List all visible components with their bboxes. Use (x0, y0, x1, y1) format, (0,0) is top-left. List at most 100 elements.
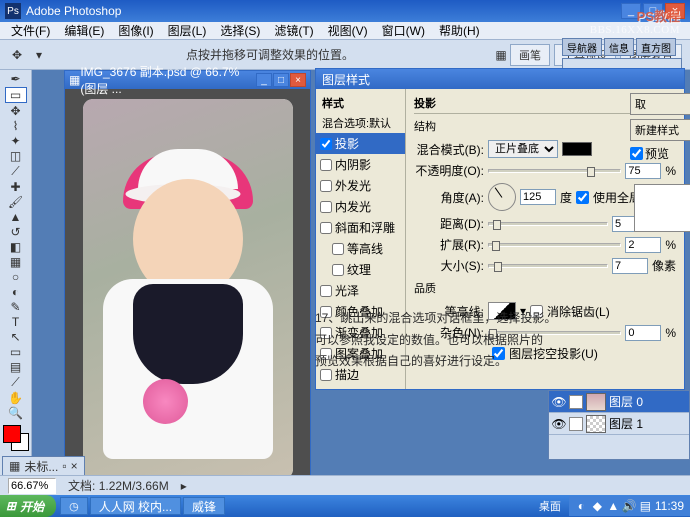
menu-select[interactable]: 选择(S) (214, 21, 266, 40)
zoom-tool[interactable]: 🔍 (5, 406, 27, 420)
tab-restore-icon[interactable]: ▫ (62, 459, 66, 473)
slice-tool[interactable]: ⟋ (5, 164, 27, 179)
shape-tool[interactable]: ▭ (5, 345, 27, 359)
style-contour[interactable]: 等高线 (316, 238, 405, 259)
path-select-tool[interactable]: ↖ (5, 330, 27, 344)
pen-tool[interactable]: ✎ (5, 300, 27, 314)
crop-tool[interactable]: ◫ (5, 149, 27, 163)
taskbar-item[interactable]: 威锋 (183, 497, 225, 515)
dodge-tool[interactable]: ◐ (5, 285, 27, 299)
notes-tool[interactable]: ▤ (5, 360, 27, 374)
status-menu-icon[interactable]: ▸ (181, 479, 187, 493)
spread-input[interactable] (625, 237, 661, 253)
minimized-doc-tab[interactable]: ▦ 未标... ▫ × (2, 456, 85, 477)
doc-minimize[interactable]: _ (256, 73, 272, 87)
clock[interactable]: 11:39 (655, 499, 684, 513)
zoom-input[interactable] (8, 478, 56, 494)
satin-checkbox[interactable] (320, 285, 332, 297)
blur-tool[interactable]: ○ (5, 270, 27, 284)
histogram-tab[interactable]: 直方图 (636, 38, 676, 56)
tab-close-icon[interactable]: × (71, 459, 78, 473)
foreground-color[interactable] (3, 425, 21, 443)
eyedropper-tool[interactable]: ⟋ (5, 375, 27, 390)
doc-close[interactable]: × (290, 73, 306, 87)
inner-shadow-checkbox[interactable] (320, 159, 332, 171)
gradient-tool[interactable]: ▦ (5, 255, 27, 269)
shadow-color-chip[interactable] (562, 142, 592, 156)
blend-mode-select[interactable]: 正片叠底 (488, 140, 558, 158)
size-input[interactable] (612, 258, 648, 274)
volume-icon[interactable]: 🔊 (623, 500, 636, 513)
visibility-icon[interactable]: 👁 (552, 417, 566, 431)
menu-edit[interactable]: 编辑(E) (58, 21, 110, 40)
new-style-button[interactable]: 新建样式 (630, 119, 690, 141)
styles-heading[interactable]: 样式 (316, 93, 405, 113)
type-tool[interactable]: T (5, 315, 27, 329)
menu-view[interactable]: 视图(V) (322, 21, 374, 40)
outer-glow-checkbox[interactable] (320, 180, 332, 192)
distance-slider[interactable] (488, 222, 608, 226)
brush-tool[interactable]: 🖌 (5, 195, 27, 209)
contour-checkbox[interactable] (332, 243, 344, 255)
palette-toggle-icon[interactable]: ▦ (492, 46, 510, 64)
menu-filter[interactable]: 滤镜(T) (268, 21, 319, 40)
move-tool[interactable]: ✥ (5, 104, 27, 118)
desktop-label[interactable]: 桌面 (531, 498, 569, 514)
menu-layer[interactable]: 图层(L) (162, 21, 213, 40)
nav-tab[interactable]: 导航器 (562, 38, 602, 56)
layer-name[interactable]: 图层 1 (609, 415, 643, 432)
start-button[interactable]: ⊞ 开始 (0, 495, 56, 517)
size-slider[interactable] (488, 264, 608, 268)
magic-wand-tool[interactable]: ✦ (5, 134, 27, 148)
document-canvas[interactable] (65, 89, 310, 489)
preview-checkbox[interactable] (630, 147, 643, 160)
layer-row[interactable]: 👁 图层 0 (549, 391, 689, 413)
tray-icon[interactable]: ▲ (607, 500, 620, 513)
ok-button[interactable]: 取 (630, 93, 690, 115)
angle-input[interactable] (520, 189, 556, 205)
move-tool-icon[interactable]: ✥ (8, 46, 26, 64)
style-inner-shadow[interactable]: 内阴影 (316, 154, 405, 175)
link-icon[interactable] (569, 417, 583, 431)
doc-maximize[interactable]: □ (273, 73, 289, 87)
layer-row[interactable]: 👁 图层 1 (549, 413, 689, 435)
layer-thumbnail[interactable] (586, 393, 606, 411)
texture-checkbox[interactable] (332, 264, 344, 276)
opacity-slider[interactable] (488, 169, 621, 173)
style-satin[interactable]: 光泽 (316, 280, 405, 301)
stamp-tool[interactable]: ▲ (5, 210, 27, 224)
spread-slider[interactable] (488, 243, 621, 247)
menu-help[interactable]: 帮助(H) (433, 21, 486, 40)
layer-thumbnail[interactable] (586, 415, 606, 433)
document-titlebar[interactable]: ▦ IMG_3676 副本.psd @ 66.7% (图层 ... _ □ × (65, 71, 310, 89)
layer-name[interactable]: 图层 0 (609, 393, 643, 410)
lasso-tool[interactable]: ⌇ (5, 119, 27, 133)
eraser-tool[interactable]: ◧ (5, 240, 27, 254)
style-texture[interactable]: 纹理 (316, 259, 405, 280)
marquee-tool[interactable]: ▭ (5, 87, 27, 103)
network-icon[interactable]: ▤ (639, 500, 652, 513)
menu-image[interactable]: 图像(I) (112, 21, 159, 40)
style-outer-glow[interactable]: 外发光 (316, 175, 405, 196)
menu-window[interactable]: 窗口(W) (376, 21, 431, 40)
style-drop-shadow[interactable]: 投影 (316, 133, 405, 154)
bevel-checkbox[interactable] (320, 222, 332, 234)
menu-file[interactable]: 文件(F) (5, 21, 56, 40)
tray-icon[interactable]: ◐ (575, 500, 588, 513)
global-light-checkbox[interactable] (576, 191, 589, 204)
visibility-icon[interactable]: 👁 (552, 395, 566, 409)
layer-style-title[interactable]: 图层样式 (316, 69, 684, 89)
blend-options-default[interactable]: 混合选项:默认 (316, 113, 405, 133)
info-tab[interactable]: 信息 (604, 38, 634, 56)
tray-icon[interactable]: ◆ (591, 500, 604, 513)
brushes-button[interactable]: 画笔 (510, 44, 550, 66)
opacity-input[interactable] (625, 163, 661, 179)
angle-dial[interactable] (488, 183, 516, 211)
history-brush-tool[interactable]: ↺ (5, 225, 27, 239)
quicklaunch-item[interactable]: ◷ (60, 497, 88, 515)
drop-shadow-checkbox[interactable] (320, 138, 332, 150)
taskbar-item[interactable]: 人人网 校内... (90, 497, 181, 515)
link-icon[interactable] (569, 395, 583, 409)
inner-glow-checkbox[interactable] (320, 201, 332, 213)
system-tray[interactable]: ◐ ◆ ▲ 🔊 ▤ 11:39 (569, 496, 690, 516)
